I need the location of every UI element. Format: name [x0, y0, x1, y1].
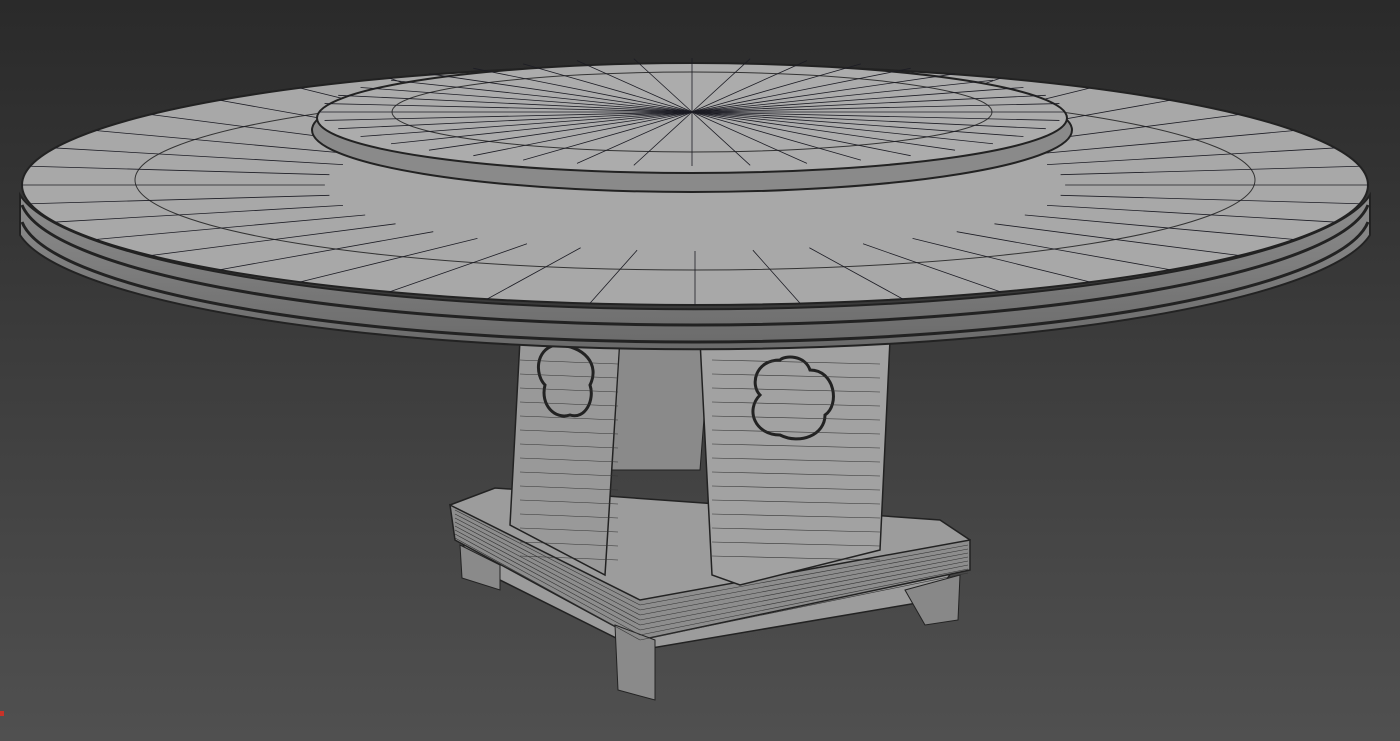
axis-gizmo-icon [0, 711, 4, 716]
table-model-wireframe [19, 58, 1371, 701]
3d-viewport[interactable] [0, 0, 1400, 741]
